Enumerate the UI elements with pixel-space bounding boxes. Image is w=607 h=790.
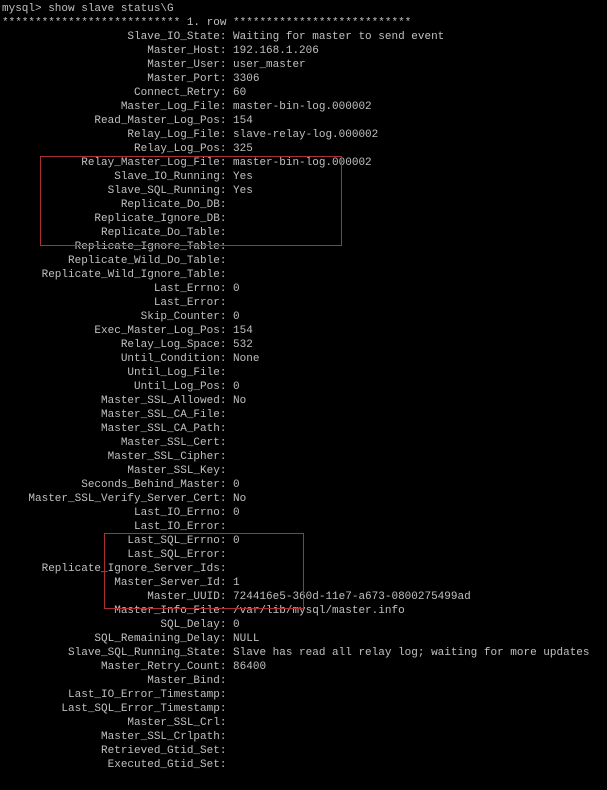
status-row: Master_Retry_Count: 86400 <box>2 660 605 674</box>
status-row: Master_Host: 192.168.1.206 <box>2 44 605 58</box>
status-row: Replicate_Do_Table: <box>2 226 605 240</box>
status-rows: Slave_IO_State: Waiting for master to se… <box>2 30 605 772</box>
status-row: Until_Log_File: <box>2 366 605 380</box>
status-row: Last_Error: <box>2 296 605 310</box>
status-row: Slave_IO_State: Waiting for master to se… <box>2 30 605 44</box>
prompt-line: mysql> show slave status\G <box>2 2 605 16</box>
status-row: Slave_SQL_Running: Yes <box>2 184 605 198</box>
status-row: SQL_Delay: 0 <box>2 618 605 632</box>
status-row: Master_SSL_Crl: <box>2 716 605 730</box>
status-row: Relay_Log_Space: 532 <box>2 338 605 352</box>
status-row: SQL_Remaining_Delay: NULL <box>2 632 605 646</box>
status-row: Master_Info_File: /var/lib/mysql/master.… <box>2 604 605 618</box>
status-row: Relay_Log_Pos: 325 <box>2 142 605 156</box>
status-row: Master_SSL_CA_Path: <box>2 422 605 436</box>
status-row: Master_Bind: <box>2 674 605 688</box>
status-row: Master_SSL_Verify_Server_Cert: No <box>2 492 605 506</box>
status-row: Replicate_Ignore_Table: <box>2 240 605 254</box>
status-row: Relay_Master_Log_File: master-bin-log.00… <box>2 156 605 170</box>
status-row: Replicate_Ignore_Server_Ids: <box>2 562 605 576</box>
status-row: Retrieved_Gtid_Set: <box>2 744 605 758</box>
status-row: Replicate_Do_DB: <box>2 198 605 212</box>
row-header: *************************** 1. row *****… <box>2 16 605 30</box>
status-row: Master_User: user_master <box>2 58 605 72</box>
status-row: Last_SQL_Error: <box>2 548 605 562</box>
status-row: Last_IO_Error: <box>2 520 605 534</box>
status-row: Master_Port: 3306 <box>2 72 605 86</box>
status-row: Seconds_Behind_Master: 0 <box>2 478 605 492</box>
status-row: Master_SSL_CA_File: <box>2 408 605 422</box>
status-row: Master_UUID: 724416e5-360d-11e7-a673-080… <box>2 590 605 604</box>
status-row: Master_SSL_Key: <box>2 464 605 478</box>
status-row: Slave_IO_Running: Yes <box>2 170 605 184</box>
status-row: Master_Server_Id: 1 <box>2 576 605 590</box>
status-row: Master_SSL_Allowed: No <box>2 394 605 408</box>
status-row: Last_SQL_Error_Timestamp: <box>2 702 605 716</box>
status-row: Exec_Master_Log_Pos: 154 <box>2 324 605 338</box>
status-row: Slave_SQL_Running_State: Slave has read … <box>2 646 605 660</box>
status-row: Master_SSL_Cert: <box>2 436 605 450</box>
status-row: Until_Condition: None <box>2 352 605 366</box>
status-row: Skip_Counter: 0 <box>2 310 605 324</box>
status-row: Connect_Retry: 60 <box>2 86 605 100</box>
status-row: Master_Log_File: master-bin-log.000002 <box>2 100 605 114</box>
status-row: Last_IO_Errno: 0 <box>2 506 605 520</box>
status-row: Relay_Log_File: slave-relay-log.000002 <box>2 128 605 142</box>
status-row: Master_SSL_Cipher: <box>2 450 605 464</box>
status-row: Read_Master_Log_Pos: 154 <box>2 114 605 128</box>
status-row: Until_Log_Pos: 0 <box>2 380 605 394</box>
status-row: Executed_Gtid_Set: <box>2 758 605 772</box>
status-row: Replicate_Wild_Ignore_Table: <box>2 268 605 282</box>
status-row: Replicate_Wild_Do_Table: <box>2 254 605 268</box>
status-row: Last_IO_Error_Timestamp: <box>2 688 605 702</box>
status-row: Replicate_Ignore_DB: <box>2 212 605 226</box>
status-row: Master_SSL_Crlpath: <box>2 730 605 744</box>
status-row: Last_Errno: 0 <box>2 282 605 296</box>
status-row: Last_SQL_Errno: 0 <box>2 534 605 548</box>
